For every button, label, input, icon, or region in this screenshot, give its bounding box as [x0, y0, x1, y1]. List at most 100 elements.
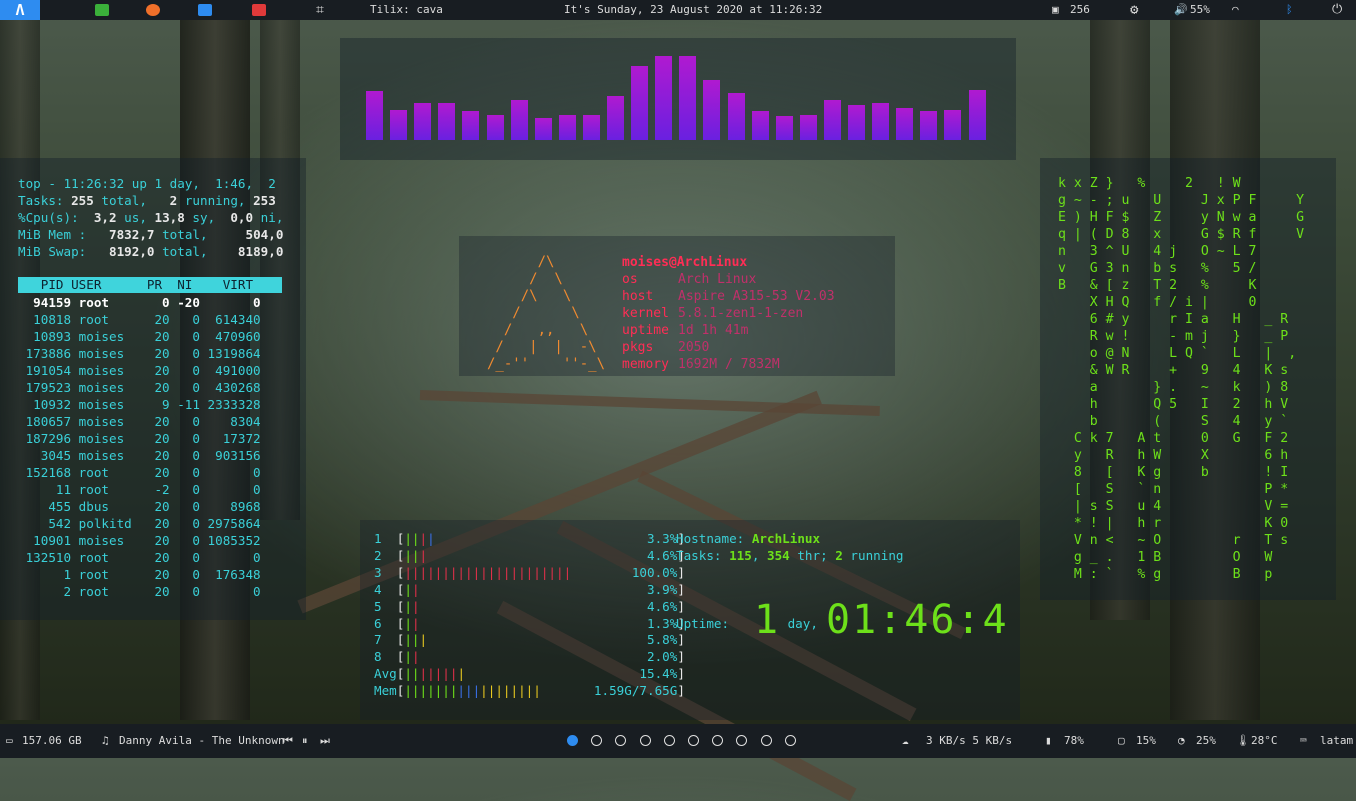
logo-line: / | | -\ — [487, 339, 597, 355]
meter-label: 3 — [374, 564, 397, 580]
meter-padding — [420, 582, 647, 597]
meter-value: 3.9% — [647, 581, 678, 597]
meter-label: 7 — [374, 632, 397, 648]
matrix-line: v G 3 n b s % 5 / — [1058, 261, 1257, 276]
settings-app-icon[interactable] — [252, 0, 266, 20]
cpu-meter: 6 [|| 1.3%] — [374, 616, 685, 633]
cmatrix-panel: k x Z } % 2 ! W g ~ - ; u U J x P F Y E ) … — [1040, 158, 1336, 600]
field-value: Aspire A315-53 V2.03 — [678, 289, 835, 304]
workspace-dot[interactable] — [688, 735, 699, 746]
now-playing[interactable]: Danny Avila - The Unknown — [119, 724, 285, 758]
memory-icon: ▢ — [1118, 734, 1125, 747]
workspace-dot[interactable] — [663, 735, 675, 746]
top-process-monitor: top - 11:26:32 up 1 day, 1:46, 2 Tasks: … — [0, 158, 306, 620]
keyboard-layout[interactable]: latam — [1320, 724, 1353, 758]
meter-bar: | — [457, 666, 466, 682]
meter-padding — [420, 599, 647, 614]
folder-icon[interactable] — [198, 0, 212, 20]
meter-label: 4 — [374, 581, 397, 597]
meter-bar: | — [411, 581, 420, 597]
cpu-usage[interactable]: 25% — [1196, 724, 1216, 758]
meter-label: 8 — [374, 649, 397, 665]
matrix-line: V n < ~ O r T s — [1058, 533, 1289, 548]
cpu-meter: 1 [|||| 3.3%] — [374, 531, 685, 548]
workspace-dot[interactable] — [567, 735, 578, 746]
crop-icon[interactable]: ⌗ — [316, 0, 324, 20]
datetime[interactable]: It's Sunday, 23 August 2020 at 11:26:32 — [564, 0, 822, 20]
settings-icon[interactable]: ⚙ — [1130, 0, 1138, 20]
disk-usage[interactable]: 157.06 GB — [22, 724, 82, 758]
neofetch-field: host Aspire A315-53 V2.03 — [622, 288, 835, 305]
terminal-icon[interactable] — [95, 0, 109, 20]
logo-line: /\ \ — [487, 288, 572, 304]
network-icon: ☁ — [902, 734, 909, 747]
table-row: 542 polkitd 20 0 2975864 — [18, 516, 261, 531]
workspace-dot[interactable] — [639, 735, 651, 746]
cava-bar — [534, 118, 552, 140]
meter-label: 5 — [374, 598, 397, 614]
matrix-line: X H Q f / i | 0 — [1058, 295, 1257, 310]
meter-value: 1.3% — [647, 615, 678, 631]
package-count[interactable]: 256 — [1070, 0, 1090, 20]
table-row: 10932 moises 9 -11 2333328 — [18, 397, 261, 412]
neofetch-field: os Arch Linux — [622, 271, 756, 288]
workspace-dot[interactable] — [712, 735, 724, 746]
workspace-dot[interactable] — [615, 735, 627, 746]
matrix-line: k x Z } % 2 ! W — [1058, 176, 1241, 191]
cpu-meter: 5 [|| 4.6%] — [374, 599, 685, 616]
field-value: 1d 1h 41m — [678, 323, 749, 338]
matrix-line: g _ . 1 B O W — [1058, 550, 1273, 565]
meter-label: 1 — [374, 531, 397, 546]
power-icon[interactable]: ⏻ — [1332, 0, 1342, 20]
window-title: Tilix: cava — [370, 3, 443, 16]
memory-usage[interactable]: 15% — [1136, 724, 1156, 758]
meter-bracket: ] — [677, 598, 685, 614]
cava-bar — [751, 111, 769, 140]
temperature[interactable]: 28°C — [1251, 724, 1278, 758]
cava-bar — [703, 80, 721, 140]
bluetooth-icon[interactable]: ᛒ — [1286, 0, 1293, 20]
table-row: 3045 moises 20 0 903156 — [18, 448, 261, 463]
firefox-icon[interactable] — [146, 0, 160, 20]
top-uptime-line: top - 11:26:32 up 1 day, 1:46, 2 — [18, 176, 276, 191]
table-row: 173886 moises 20 0 1319864 — [18, 346, 261, 361]
field-key: host — [622, 289, 654, 304]
meter-bracket: ] — [677, 666, 685, 682]
logo-line: /_-'' ''-_\ — [487, 356, 606, 372]
matrix-line: 8 [ K g b ! I — [1058, 465, 1289, 480]
previous-track-icon[interactable]: ⏮ — [283, 724, 293, 758]
cava-bar — [968, 90, 986, 140]
package-icon: ▣ — [1052, 3, 1059, 16]
field-value: 5.8.1-zen1-1-zen — [678, 306, 804, 321]
workspace-dot[interactable] — [784, 735, 796, 746]
workspace-dot[interactable] — [760, 735, 772, 746]
battery-level[interactable]: 78% — [1064, 724, 1084, 758]
table-row: 2 root 20 0 0 — [18, 584, 261, 599]
meter-bracket: ] — [677, 564, 685, 580]
meter-padding — [541, 683, 594, 698]
cava-bar — [655, 56, 673, 140]
meter-bracket: ] — [677, 683, 685, 699]
cava-bar — [510, 100, 528, 140]
workspace-dot[interactable] — [736, 735, 748, 746]
htop-panel: 1 [|||| 3.3%] 2 [||| 4.6%] 3 [||||||||||||… — [360, 520, 1020, 720]
meter-bar: || — [404, 531, 420, 546]
meter-bracket: ] — [677, 581, 685, 597]
meter-padding — [427, 548, 647, 563]
cava-bar — [462, 111, 480, 140]
cava-bar — [872, 103, 890, 140]
network-speed[interactable]: 3 KB/s 5 KB/s — [926, 724, 1012, 758]
next-track-icon[interactable]: ⏭ — [320, 724, 330, 758]
cpu-meter: Mem[|||||||||||||||||| 1.59G/7.65G] — [374, 683, 685, 700]
volume-level[interactable]: 55% — [1190, 0, 1210, 20]
cava-bar — [438, 103, 456, 140]
workspace-dot[interactable] — [591, 735, 603, 746]
volume-icon[interactable]: 🔊 — [1174, 0, 1188, 20]
arch-launcher-icon[interactable]: Λ — [0, 0, 40, 20]
top-swap-line: MiB Swap: 8192,0 total, 8189,0 — [18, 244, 284, 259]
top-tasks-line: Tasks: 255 total, 2 running, 253 — [18, 193, 276, 208]
pause-icon[interactable]: ⏸ — [302, 724, 308, 758]
meter-bar: | — [411, 598, 420, 614]
wifi-icon[interactable]: ◠ — [1232, 0, 1239, 20]
table-row: 455 dbus 20 0 8968 — [18, 499, 261, 514]
